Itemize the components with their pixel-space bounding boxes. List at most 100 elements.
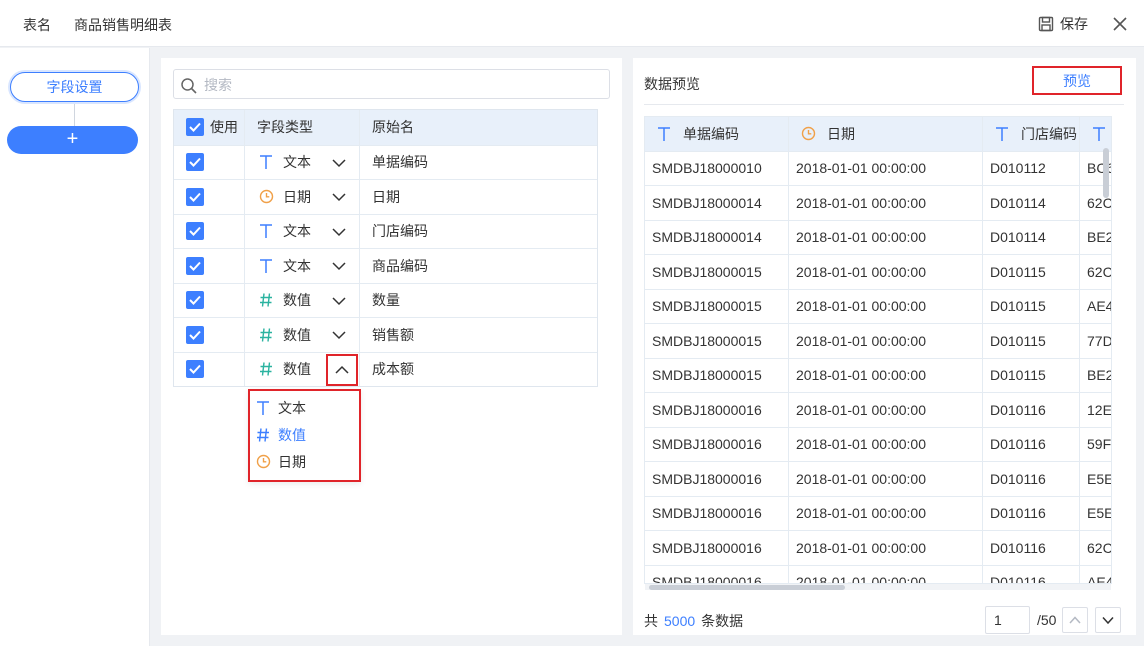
preview-cell: D010115 [983, 324, 1080, 358]
use-checkbox[interactable] [186, 256, 204, 275]
field-row: 文本 商品编码 [174, 248, 597, 283]
preview-cell: SMDBJ18000016 [645, 393, 789, 427]
preview-cell: D010116 [983, 565, 1080, 583]
use-checkbox[interactable] [186, 153, 204, 172]
preview-cell: E5E [1087, 470, 1112, 487]
preview-cell: 2018-01-01 00:00:00 [789, 531, 983, 565]
use-cell [174, 318, 245, 352]
use-checkbox[interactable] [186, 360, 204, 379]
preview-row: SMDBJ18000016 2018-01-01 00:00:00 D010116 6… [645, 531, 1111, 566]
text-type-icon [1090, 125, 1108, 143]
field-original-name: 单据编码 [372, 154, 428, 171]
preview-cell: D010116 [983, 531, 1080, 565]
use-checkbox[interactable] [186, 187, 204, 206]
field-type-select[interactable]: 文本 [245, 214, 360, 248]
preview-cell: D010112 [983, 151, 1080, 185]
type-option-label: 日期 [278, 453, 306, 470]
preview-cell: D010116 [983, 496, 1080, 530]
column-header-label: 日期 [827, 125, 855, 142]
preview-cell: SMDBJ18000010 [645, 151, 789, 185]
preview-cell: 2018-01-01 00:00:00 [789, 462, 983, 496]
type-dropdown: 文本 数值日期 [248, 389, 361, 482]
use-cell [174, 145, 245, 179]
chevron-down-icon[interactable] [331, 189, 347, 205]
chevron-down-icon[interactable] [331, 293, 347, 309]
use-checkbox[interactable] [186, 291, 204, 310]
chevron-down-icon[interactable] [331, 224, 347, 240]
text-type-icon [254, 399, 272, 417]
use-cell [174, 214, 245, 248]
field-original-name: 销售额 [372, 326, 414, 343]
preview-cell: 2018-01-01 00:00:00 [789, 255, 983, 289]
chevron-down-icon[interactable] [331, 327, 347, 343]
preview-cell: SMDBJ18000015 [645, 255, 789, 289]
chevron-down-icon[interactable] [331, 258, 347, 274]
preview-row: SMDBJ18000014 2018-01-01 00:00:00 D010114 B… [645, 220, 1111, 255]
save-icon [1038, 16, 1054, 32]
column-header-label: 门店编码 [1021, 125, 1077, 142]
preview-row: SMDBJ18000015 2018-01-01 00:00:00 D010115 6… [645, 255, 1111, 290]
field-type-select[interactable]: 日期 [245, 180, 360, 214]
select-all-checkbox[interactable] [186, 118, 204, 137]
field-type-select[interactable]: 文本 [245, 249, 360, 283]
preview-cell: SMDBJ18000014 [645, 220, 789, 254]
date-type-icon [254, 453, 272, 471]
preview-column-header [1080, 117, 1111, 151]
save-button[interactable]: 保存 [1038, 13, 1088, 35]
chevron-up-icon[interactable] [326, 353, 358, 386]
preview-cell: SMDBJ18000014 [645, 186, 789, 220]
preview-column-header: 单据编码 [645, 117, 789, 151]
previous-page-button[interactable] [1062, 607, 1088, 633]
type-option[interactable]: 文本 [250, 394, 359, 421]
field-settings-step[interactable]: 字段设置 [10, 72, 139, 102]
vertical-scrollbar[interactable] [1103, 148, 1109, 198]
use-checkbox[interactable] [186, 222, 204, 241]
use-checkbox[interactable] [186, 325, 204, 344]
search-input[interactable] [204, 74, 594, 96]
preview-row: SMDBJ18000016 2018-01-01 00:00:00 D010116 A… [645, 565, 1111, 583]
horizontal-scrollbar[interactable] [649, 585, 845, 590]
type-option[interactable]: 数值 [250, 421, 359, 448]
preview-row: SMDBJ18000016 2018-01-01 00:00:00 D010116 1… [645, 393, 1111, 428]
record-count: 共 5000 条数据 [644, 611, 743, 631]
preview-column-header: 门店编码 [983, 117, 1080, 151]
next-page-button[interactable] [1095, 607, 1121, 633]
page-total: /50 [1037, 612, 1057, 628]
page-number-input[interactable] [985, 606, 1030, 634]
chevron-down-icon [1102, 616, 1114, 625]
preview-row: SMDBJ18000015 2018-01-01 00:00:00 D010115 7… [645, 324, 1111, 359]
field-type-label: 数值 [283, 326, 311, 343]
preview-row: SMDBJ18000016 2018-01-01 00:00:00 D010116 5… [645, 427, 1111, 462]
preview-cell: D010116 [983, 393, 1080, 427]
field-type-select[interactable]: 数值 [245, 352, 360, 386]
preview-cell: 2018-01-01 00:00:00 [789, 324, 983, 358]
text-type-icon [257, 222, 275, 240]
field-type-select[interactable]: 数值 [245, 318, 360, 352]
column-header-label: 单据编码 [683, 125, 739, 142]
preview-cell: SMDBJ18000015 [645, 358, 789, 392]
type-option[interactable]: 日期 [250, 448, 359, 475]
field-type-select[interactable]: 文本 [245, 145, 360, 179]
use-cell [174, 283, 245, 317]
add-step-button[interactable]: + [7, 126, 138, 154]
chevron-down-icon[interactable] [331, 155, 347, 171]
total-count: 5000 [664, 613, 696, 629]
preview-cell: 2018-01-01 00:00:00 [789, 358, 983, 392]
field-type-label: 日期 [283, 188, 311, 205]
text-type-icon [993, 125, 1011, 143]
save-label: 保存 [1060, 16, 1088, 32]
date-type-icon [799, 125, 817, 143]
number-type-icon [257, 326, 275, 344]
field-type-select[interactable]: 数值 [245, 283, 360, 317]
column-header-original-name: 原始名 [372, 119, 414, 136]
preview-row: SMDBJ18000016 2018-01-01 00:00:00 D010116 E… [645, 496, 1111, 531]
preview-header-row: 单据编码 日期 门店编码 [645, 117, 1111, 152]
preview-button[interactable]: 预览 [1032, 66, 1122, 95]
text-type-icon [257, 257, 275, 275]
preview-cell: 62C [1087, 539, 1112, 556]
field-row: 日期 日期 [174, 179, 597, 214]
field-row: 数值 销售额 [174, 317, 597, 352]
preview-cell: SMDBJ18000015 [645, 324, 789, 358]
close-icon[interactable] [1109, 13, 1131, 35]
preview-column-header: 日期 [789, 117, 983, 151]
